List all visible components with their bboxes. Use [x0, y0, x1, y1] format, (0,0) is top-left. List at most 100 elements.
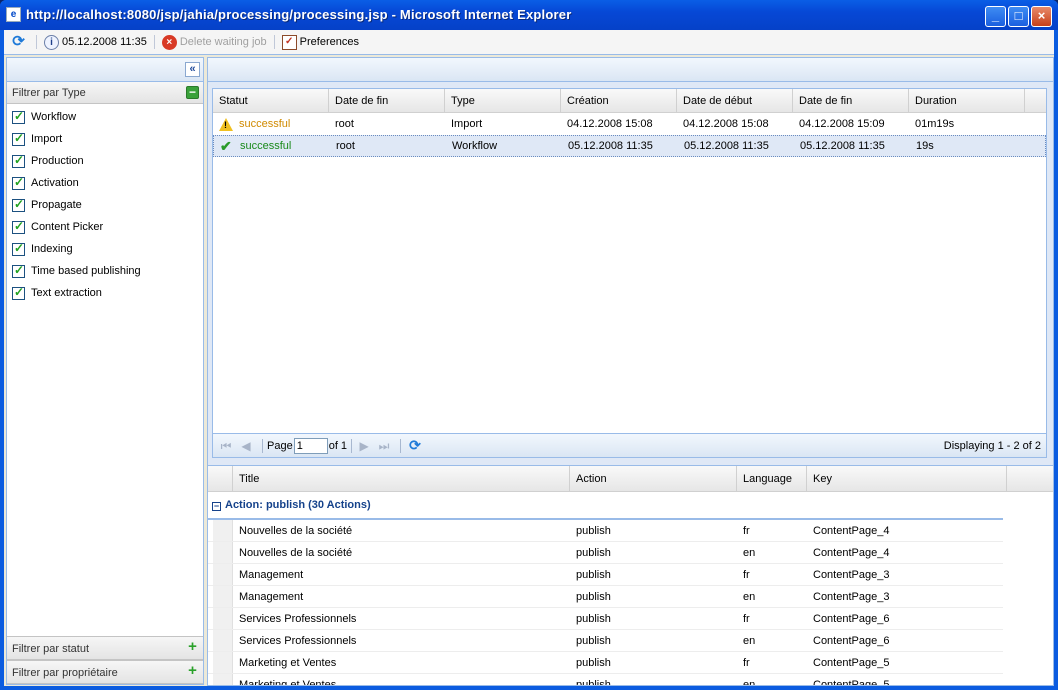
- jobs-column-header[interactable]: Statut: [213, 89, 329, 112]
- type-checkbox[interactable]: [12, 219, 25, 234]
- job-duration: 01m19s: [915, 118, 955, 130]
- preferences-button[interactable]: ✓ Preferences: [279, 31, 362, 53]
- prev-page-icon[interactable]: ◀: [238, 438, 254, 454]
- jobs-column-header[interactable]: Création: [561, 89, 677, 112]
- delete-waiting-job-button[interactable]: × Delete waiting job: [159, 31, 270, 53]
- job-type: Import: [451, 118, 483, 130]
- preferences-icon: ✓: [281, 34, 297, 50]
- type-filter-item[interactable]: Import: [7, 128, 203, 150]
- maximize-button[interactable]: □: [1008, 6, 1029, 27]
- close-button[interactable]: ×: [1031, 6, 1052, 27]
- last-page-icon[interactable]: ⏭: [376, 438, 392, 454]
- checkmark-icon: ✔: [220, 137, 232, 154]
- action-language: fr: [743, 612, 750, 625]
- type-filter-item[interactable]: Time based publishing: [7, 260, 203, 282]
- job-row[interactable]: ✔ successful root Workflow 05.12.2008 11:35 0…: [213, 135, 1046, 157]
- jobs-column-header[interactable]: Type: [445, 89, 561, 112]
- action-language: fr: [743, 656, 750, 669]
- action-row[interactable]: Management publish fr ContentPage_3: [208, 564, 1003, 586]
- pager-separator: [400, 438, 402, 453]
- pager-refresh-icon[interactable]: ⟳: [409, 437, 421, 454]
- action-language: fr: [743, 568, 750, 581]
- first-page-icon[interactable]: ⏮: [218, 438, 234, 454]
- jobs-column-header[interactable]: Date de fin: [329, 89, 445, 112]
- warning-icon: [219, 117, 233, 131]
- action-row[interactable]: Marketing et Ventes publish fr ContentPage_…: [208, 652, 1003, 674]
- action-type: publish: [576, 612, 611, 625]
- type-filter-item[interactable]: Workflow: [7, 106, 203, 128]
- action-language: en: [743, 546, 756, 559]
- action-key: ContentPage_3: [813, 590, 890, 603]
- row-number-cell: [213, 608, 233, 629]
- filter-type-title: Filtrer par Type: [12, 87, 86, 99]
- type-filter-item[interactable]: Content Picker: [7, 216, 203, 238]
- actions-column-header[interactable]: Language: [737, 466, 807, 491]
- actions-column-header[interactable]: Title: [233, 466, 570, 491]
- other-filters: Filtrer par statut + Filtrer par proprié…: [7, 636, 203, 684]
- action-title: Services Professionnels: [239, 612, 357, 625]
- action-title: Services Professionnels: [239, 634, 357, 647]
- type-checkbox[interactable]: [12, 263, 25, 278]
- browser-window: e http://localhost:8080/jsp/jahia/proces…: [0, 0, 1058, 690]
- page-label: Page: [267, 439, 293, 452]
- action-type: publish: [576, 656, 611, 669]
- refresh-button[interactable]: ⟳: [8, 31, 32, 53]
- action-row[interactable]: Services Professionnels publish fr ContentP…: [208, 608, 1003, 630]
- actions-column-header[interactable]: Action: [570, 466, 737, 491]
- jobs-column-header[interactable]: Duration: [909, 89, 1025, 112]
- type-checkbox[interactable]: [12, 175, 25, 190]
- next-page-icon[interactable]: ▶: [356, 438, 372, 454]
- action-row[interactable]: Nouvelles de la société publish en ContentP…: [208, 542, 1003, 564]
- type-label: Text extraction: [31, 287, 102, 299]
- type-filter-item[interactable]: Propagate: [7, 194, 203, 216]
- filter-type-header[interactable]: Filtrer par Type −: [7, 82, 203, 104]
- type-checkbox[interactable]: [12, 241, 25, 256]
- jobs-column-header[interactable]: Date de début: [677, 89, 793, 112]
- action-group-header[interactable]: − Action: publish (30 Actions): [208, 492, 1003, 520]
- pager-separator: [351, 438, 353, 453]
- job-status: successful: [240, 140, 292, 152]
- action-key: ContentPage_3: [813, 568, 890, 581]
- type-filter-item[interactable]: Text extraction: [7, 282, 203, 304]
- job-type: Workflow: [452, 140, 498, 152]
- collapse-section-icon[interactable]: −: [186, 86, 199, 99]
- type-checkbox[interactable]: [12, 153, 25, 168]
- type-filter-item[interactable]: Indexing: [7, 238, 203, 260]
- delete-waiting-job-label: Delete waiting job: [179, 36, 267, 48]
- job-row[interactable]: successful root Import 04.12.2008 15:08 04.1…: [213, 113, 1046, 135]
- action-title: Nouvelles de la société: [239, 546, 353, 559]
- filter-owner-header[interactable]: Filtrer par propriétaire +: [7, 660, 203, 684]
- row-number-cell: [213, 652, 233, 673]
- page-number-input[interactable]: [293, 437, 328, 454]
- jobs-column-header[interactable]: Date de fin: [793, 89, 909, 112]
- type-checkbox[interactable]: [12, 197, 25, 212]
- job-creation: 04.12.2008 15:08: [567, 118, 653, 130]
- action-type: publish: [576, 568, 611, 581]
- type-label: Propagate: [31, 199, 82, 211]
- actions-column-header[interactable]: Key: [807, 466, 1007, 491]
- pager-separator: [262, 438, 263, 453]
- filter-status-header[interactable]: Filtrer par statut +: [7, 636, 203, 660]
- type-checkbox[interactable]: [12, 109, 25, 124]
- action-row[interactable]: Management publish en ContentPage_3: [208, 586, 1003, 608]
- type-filter-item[interactable]: Production: [7, 150, 203, 172]
- type-filter-item[interactable]: Activation: [7, 172, 203, 194]
- toolbar-separator: [273, 35, 275, 49]
- minimize-button[interactable]: _: [985, 6, 1006, 27]
- row-number-cell: [213, 542, 233, 563]
- group-collapse-icon[interactable]: −: [212, 501, 221, 511]
- expand-section-icon[interactable]: +: [186, 663, 199, 678]
- row-number-cell: [213, 630, 233, 651]
- action-row[interactable]: Marketing et Ventes publish en ContentPage_…: [208, 674, 1003, 685]
- toolbar-separator: [153, 35, 155, 49]
- collapse-left-icon[interactable]: «: [185, 62, 200, 77]
- preferences-label: Preferences: [299, 36, 359, 48]
- job-end: 05.12.2008 11:35: [800, 140, 885, 152]
- expand-section-icon[interactable]: +: [186, 639, 199, 654]
- action-row[interactable]: Nouvelles de la société publish fr ContentP…: [208, 520, 1003, 542]
- action-key: ContentPage_4: [813, 524, 890, 537]
- type-checkbox[interactable]: [12, 131, 25, 146]
- action-row[interactable]: Services Professionnels publish en ContentP…: [208, 630, 1003, 652]
- type-checkbox[interactable]: [12, 285, 25, 300]
- type-label: Indexing: [31, 243, 73, 255]
